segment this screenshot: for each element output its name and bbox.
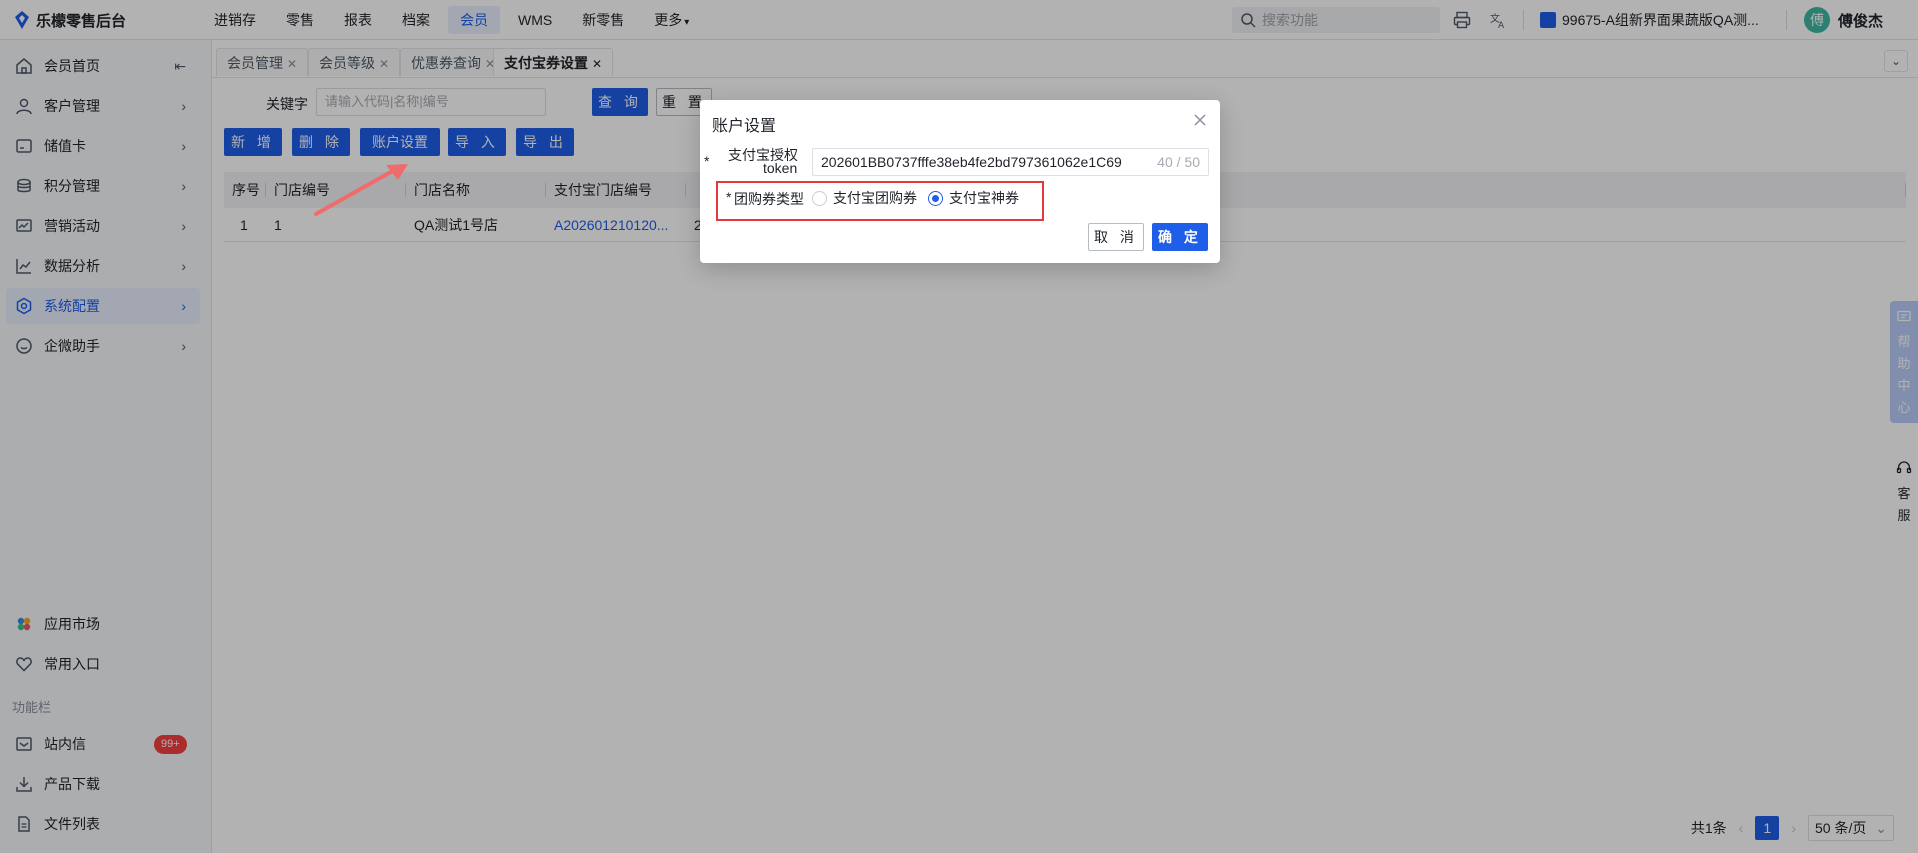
radio-label: 支付宝神券 — [949, 190, 1019, 206]
char-counter: 40 / 50 — [1155, 149, 1200, 175]
required-mark: * — [726, 189, 732, 205]
confirm-button[interactable]: 确 定 — [1152, 223, 1208, 251]
dialog-title: 账户设置 — [712, 118, 777, 135]
token-label-suffix: token — [763, 160, 798, 176]
radio-unchecked-icon — [812, 190, 827, 206]
required-mark: * — [704, 153, 710, 169]
account-settings-dialog: 账户设置 * 支付宝授权 token 202601BB0737fffe38eb4… — [700, 100, 1220, 263]
alipay-token-input[interactable]: 202601BB0737fffe38eb4fe2bd797361062e1C69… — [812, 148, 1209, 176]
annotation-arrow — [314, 164, 408, 216]
radio-alipay-group-coupon[interactable]: 支付宝团购券 — [812, 188, 917, 208]
cancel-button[interactable]: 取 消 — [1088, 223, 1144, 251]
radio-label: 支付宝团购券 — [833, 190, 917, 206]
radio-checked-icon — [928, 190, 943, 206]
radio-alipay-super-coupon[interactable]: 支付宝神券 — [928, 188, 1019, 208]
token-value: 202601BB0737fffe38eb4fe2bd797361062e1C69 — [821, 154, 1122, 170]
coupon-type-label: 团购券类型 — [734, 191, 804, 207]
close-icon[interactable] — [1192, 112, 1210, 130]
